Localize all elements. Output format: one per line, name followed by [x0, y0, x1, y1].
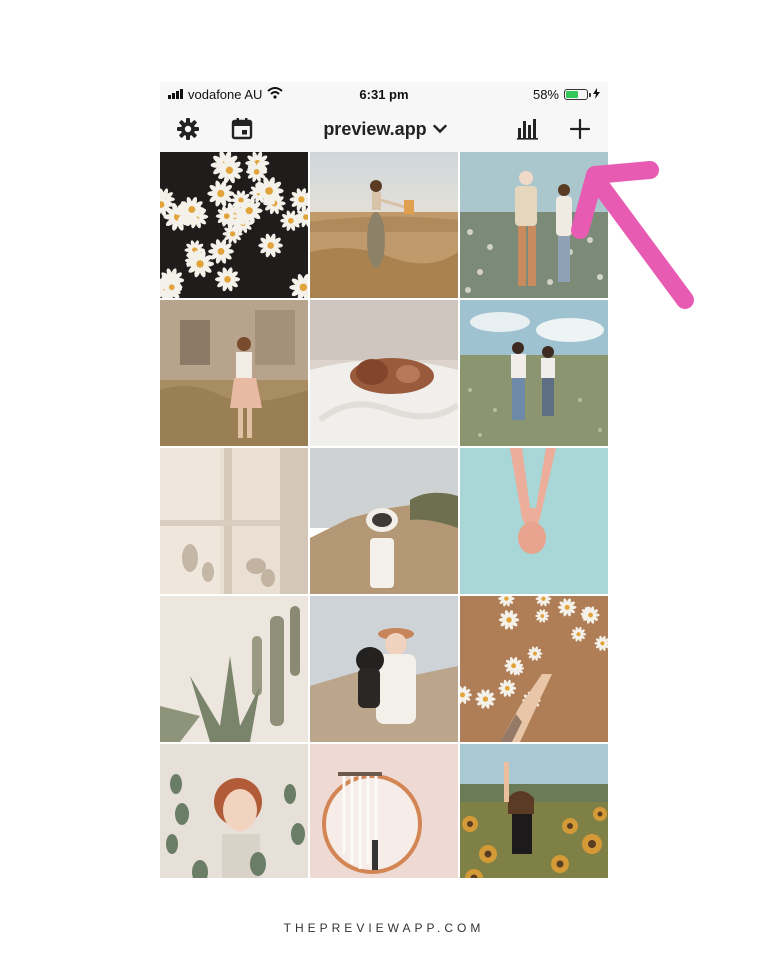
- calendar-button[interactable]: [226, 113, 258, 145]
- wifi-icon: [267, 86, 284, 102]
- toolbar: preview.app: [160, 106, 608, 152]
- phone-screen: vodafone AU 6:31 pm 58% preview.app: [160, 82, 608, 878]
- grid-tile[interactable]: [460, 744, 608, 878]
- carrier-label: vodafone AU: [188, 86, 263, 102]
- battery-icon: [564, 88, 591, 100]
- status-bar: vodafone AU 6:31 pm 58%: [160, 82, 608, 106]
- grid-tile[interactable]: [160, 448, 308, 594]
- analytics-button[interactable]: [512, 113, 544, 145]
- grid-tile[interactable]: [460, 300, 608, 446]
- grid-tile[interactable]: [310, 744, 458, 878]
- calendar-icon: [231, 118, 253, 140]
- grid-tile[interactable]: [160, 152, 308, 298]
- grid-tile[interactable]: [160, 596, 308, 742]
- grid-tile[interactable]: [160, 300, 308, 446]
- charging-icon: [593, 87, 600, 102]
- account-switcher[interactable]: preview.app: [258, 119, 512, 140]
- footer-website: THEPREVIEWAPP.COM: [283, 921, 485, 935]
- grid-tile[interactable]: [310, 152, 458, 298]
- grid-tile[interactable]: [160, 744, 308, 878]
- grid-tile[interactable]: [460, 152, 608, 298]
- account-title: preview.app: [323, 118, 427, 139]
- plus-icon: [569, 118, 591, 140]
- grid-tile[interactable]: [460, 596, 608, 742]
- gear-icon: [177, 118, 199, 140]
- grid-tile[interactable]: [460, 448, 608, 594]
- settings-button[interactable]: [172, 113, 204, 145]
- add-post-button[interactable]: [564, 113, 596, 145]
- battery-percent: 58%: [532, 86, 559, 102]
- grid-tile[interactable]: [310, 448, 458, 594]
- signal-icon: [168, 89, 183, 99]
- bar-chart-icon: [517, 119, 538, 140]
- chevron-down-icon: [432, 124, 447, 134]
- grid-tile[interactable]: [310, 596, 458, 742]
- grid-tile[interactable]: [310, 300, 458, 446]
- photo-grid: [160, 152, 608, 878]
